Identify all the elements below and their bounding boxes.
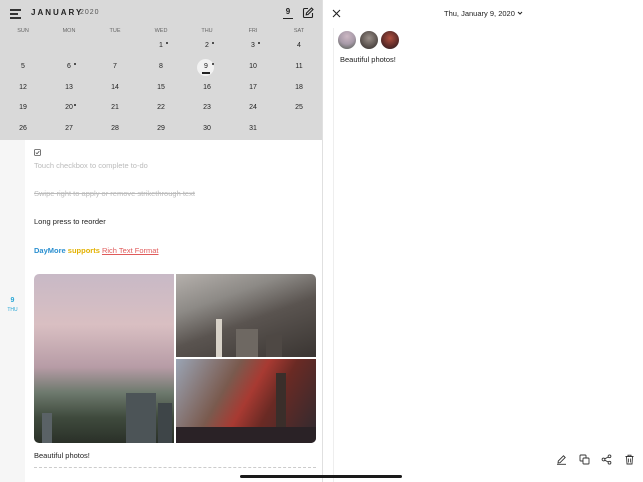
timeline-day-number: 9	[10, 297, 15, 304]
brand-text: DayMore	[34, 246, 66, 255]
calendar-day[interactable]: 26	[13, 125, 33, 132]
weekday-thu: THU	[201, 28, 213, 34]
calendar-day[interactable]: 17	[243, 84, 263, 91]
calendar: JANUARY 2020 9 SUN MON TUE WED THU FRI S…	[0, 0, 322, 140]
calendar-header: JANUARY 2020 9	[0, 0, 322, 26]
calendar-day[interactable]: 28	[105, 125, 125, 132]
edit-icon[interactable]	[556, 454, 567, 465]
photo-central-park[interactable]	[34, 274, 174, 443]
home-indicator[interactable]	[240, 475, 402, 478]
calendar-day[interactable]: 3	[243, 42, 263, 49]
calendar-day[interactable]: 11	[289, 63, 309, 70]
supports-text: supports	[67, 246, 100, 255]
calendar-day[interactable]: 24	[243, 104, 263, 111]
rich-text-format-link[interactable]: Rich Text Format	[102, 246, 159, 255]
photo-manhattan-aerial[interactable]	[176, 274, 316, 357]
calendar-day[interactable]: 4	[289, 42, 309, 49]
event-dot	[258, 42, 260, 44]
weekday-tue: TUE	[109, 28, 121, 34]
calendar-day[interactable]: 5	[13, 63, 33, 70]
event-dot	[212, 63, 214, 65]
trash-icon[interactable]	[624, 454, 635, 465]
entry-separator	[34, 467, 316, 468]
calendar-day[interactable]: 8	[151, 63, 171, 70]
event-dot	[212, 42, 214, 44]
calendar-day[interactable]: 30	[197, 125, 217, 132]
calendar-day[interactable]: 1	[151, 42, 171, 49]
detail-date[interactable]: Thu, January 9, 2020	[444, 9, 515, 18]
calendar-day[interactable]: 23	[197, 104, 217, 111]
calendar-day[interactable]: 18	[289, 84, 309, 91]
calendar-day[interactable]: 7	[105, 63, 125, 70]
today-button[interactable]: 9	[283, 7, 293, 19]
close-icon[interactable]	[332, 9, 341, 18]
calendar-day[interactable]: 14	[105, 84, 125, 91]
todo-hint[interactable]: Touch checkbox to complete to-do	[34, 161, 148, 170]
calendar-day[interactable]: 27	[59, 125, 79, 132]
weekday-sat: SAT	[293, 28, 305, 34]
photo-thumbnail[interactable]	[338, 31, 356, 49]
photo-big-ben[interactable]	[176, 359, 316, 443]
calendar-day[interactable]: 10	[243, 63, 263, 70]
chevron-down-icon[interactable]	[517, 10, 523, 16]
calendar-day[interactable]: 31	[243, 125, 263, 132]
photo-thumbnail[interactable]	[360, 31, 378, 49]
calendar-day[interactable]: 6	[59, 63, 79, 70]
photo-grid	[34, 274, 316, 443]
calendar-day[interactable]: 29	[151, 125, 171, 132]
left-pane: JANUARY 2020 9 SUN MON TUE WED THU FRI S…	[0, 0, 322, 482]
duplicate-icon[interactable]	[579, 454, 590, 465]
weekday-fri: FRI	[248, 28, 258, 34]
photo-thumbnail[interactable]	[381, 31, 399, 49]
app-window: JANUARY 2020 9 SUN MON TUE WED THU FRI S…	[0, 0, 643, 482]
strikethrough-hint[interactable]: Swipe right to apply or remove strikethr…	[34, 189, 195, 198]
event-dot	[74, 104, 76, 106]
calendar-day[interactable]: 12	[13, 84, 33, 91]
timeline-day-label: THU	[7, 307, 18, 313]
calendar-day[interactable]: 19	[13, 104, 33, 111]
weekday-mon: MON	[62, 28, 76, 34]
menu-icon[interactable]	[10, 9, 21, 19]
calendar-day[interactable]: 22	[151, 104, 171, 111]
reorder-hint[interactable]: Long press to reorder	[34, 217, 106, 226]
month-label[interactable]: JANUARY	[31, 8, 83, 17]
weekday-wed: WED	[154, 28, 168, 34]
calendar-day[interactable]: 20	[59, 104, 79, 111]
rich-text-line[interactable]: DayMore supports Rich Text Format	[34, 246, 159, 255]
year-label[interactable]: 2020	[80, 9, 100, 16]
event-dot	[166, 42, 168, 44]
calendar-day[interactable]: 21	[105, 104, 125, 111]
calendar-day[interactable]: 13	[59, 84, 79, 91]
calendar-day[interactable]: 25	[289, 104, 309, 111]
detail-margin-line	[333, 28, 334, 482]
share-icon[interactable]	[601, 454, 612, 465]
note-caption[interactable]: Beautiful photos!	[34, 451, 90, 460]
compose-icon[interactable]	[302, 7, 314, 19]
split-divider[interactable]	[322, 0, 323, 482]
weekday-sun: SUN	[17, 28, 29, 34]
event-dot	[74, 63, 76, 65]
calendar-day[interactable]: 15	[151, 84, 171, 91]
calendar-day[interactable]: 2	[197, 42, 217, 49]
checkbox-icon[interactable]	[34, 149, 41, 156]
detail-body-text[interactable]: Beautiful photos!	[340, 55, 396, 64]
calendar-day[interactable]: 16	[197, 84, 217, 91]
today-underline	[202, 72, 210, 74]
